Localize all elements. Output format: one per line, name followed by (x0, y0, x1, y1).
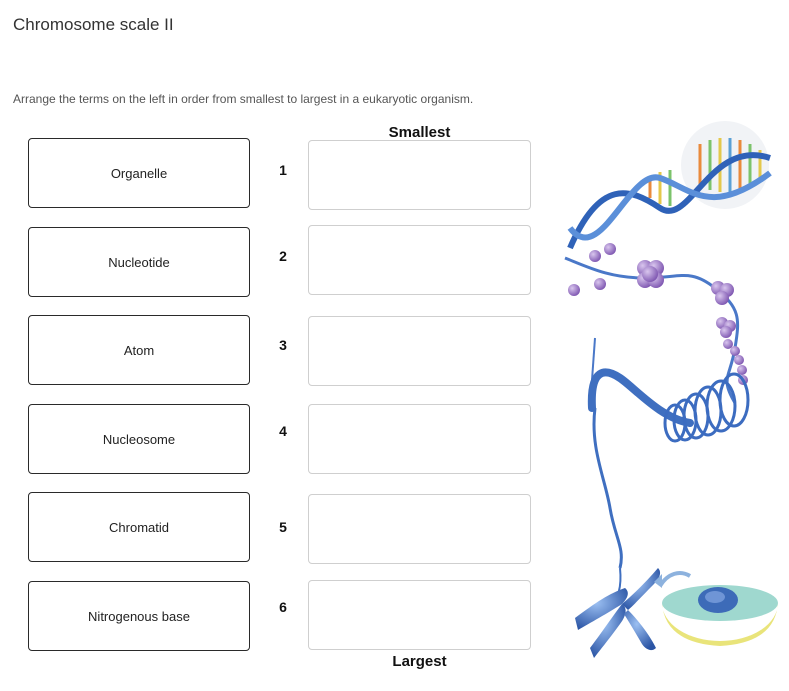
cell-nucleus-icon (654, 571, 778, 646)
drop-slot-6[interactable] (308, 580, 531, 650)
drop-slot-5[interactable] (308, 494, 531, 564)
term-card-nitrogenous-base[interactable]: Nitrogenous base (28, 581, 250, 651)
term-card-organelle[interactable]: Organelle (28, 138, 250, 208)
drop-slot-1[interactable] (308, 140, 531, 210)
term-card-chromatid[interactable]: Chromatid (28, 492, 250, 562)
term-card-nucleotide[interactable]: Nucleotide (28, 227, 250, 297)
chromosome-icon (575, 567, 661, 658)
drop-slot-2[interactable] (308, 225, 531, 295)
term-label: Nitrogenous base (88, 608, 190, 624)
slot-number-4: 4 (279, 423, 287, 439)
slot-number-5: 5 (279, 519, 287, 535)
term-label: Atom (123, 342, 155, 358)
slot-number-6: 6 (279, 599, 287, 615)
instructions: Arrange the terms on the left in order f… (13, 92, 474, 106)
drop-slot-4[interactable] (308, 404, 531, 474)
term-card-nucleosome[interactable]: Nucleosome (28, 404, 250, 474)
largest-label: Largest (392, 653, 447, 670)
term-card-atom[interactable]: Atom (28, 315, 250, 385)
page-title: Chromosome scale II (13, 15, 174, 34)
dna-helix-icon (567, 121, 772, 250)
smallest-label: Smallest (388, 124, 451, 141)
term-label: Chromatid (109, 519, 169, 535)
slot-number-3: 3 (279, 337, 287, 353)
term-label: Nucleotide (108, 254, 170, 270)
term-label: Nucleosome (102, 431, 176, 447)
slot-number-2: 2 (279, 248, 287, 264)
slot-number-1: 1 (279, 162, 287, 178)
drop-slot-3[interactable] (308, 316, 531, 386)
chromosome-scale-illustration (564, 121, 778, 658)
term-label: Organelle (110, 165, 168, 181)
chromatin-coil-icon (587, 337, 750, 569)
